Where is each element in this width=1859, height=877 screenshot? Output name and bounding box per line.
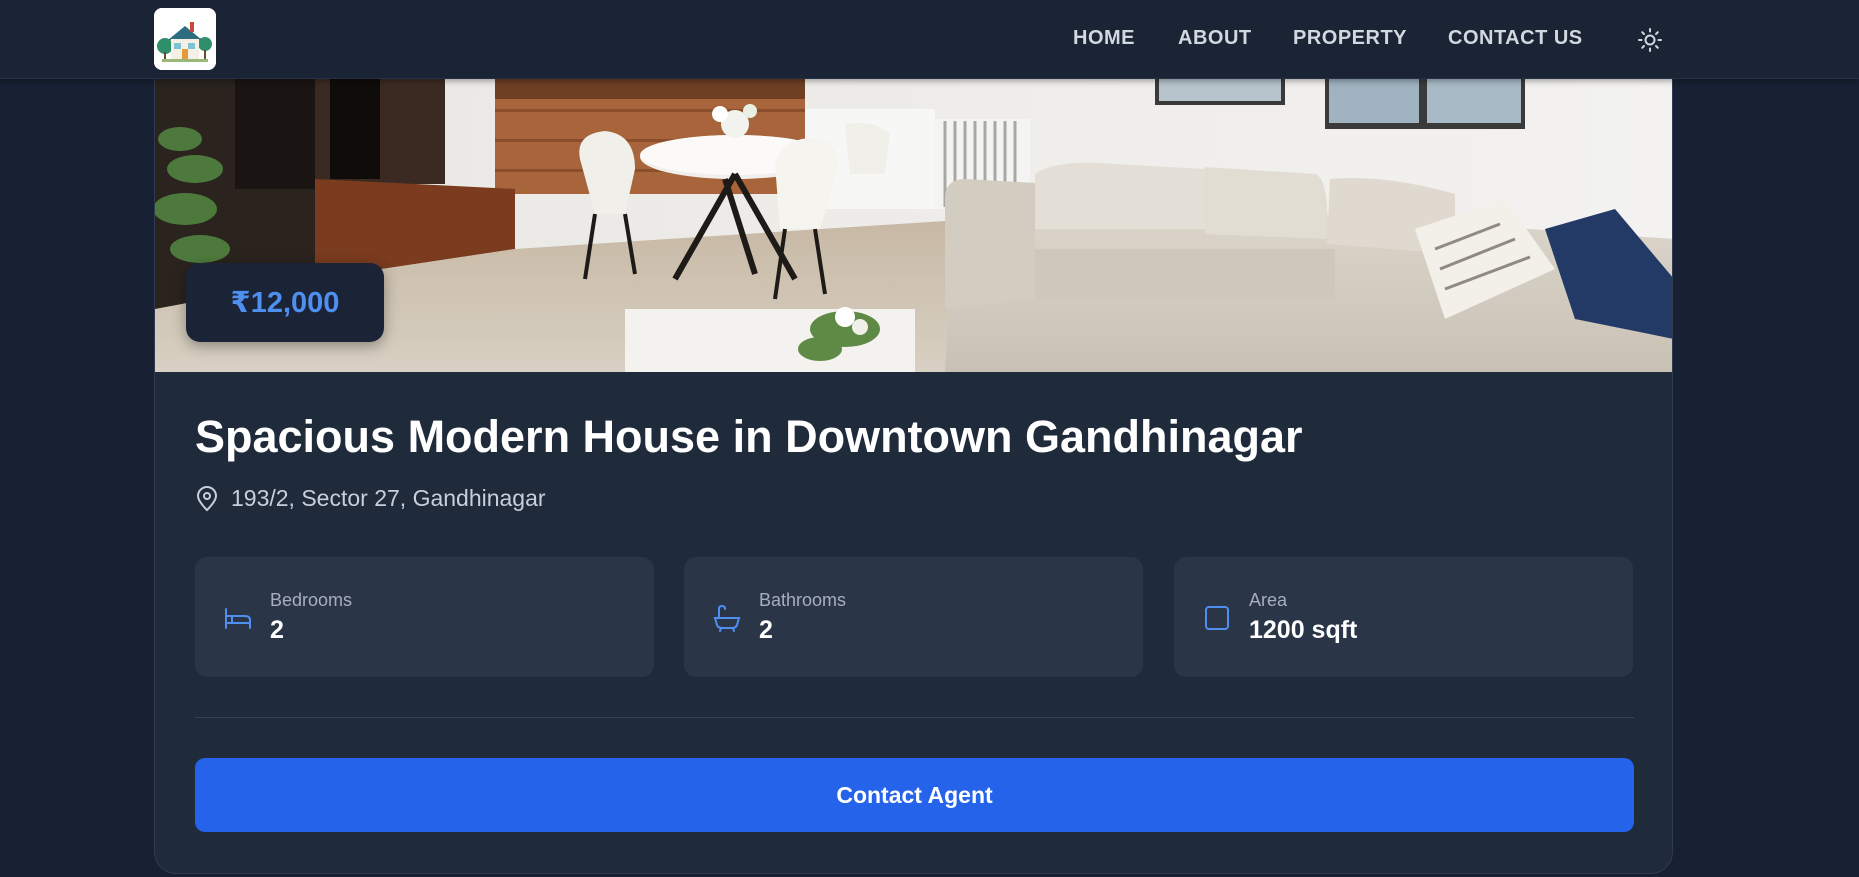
bed-icon	[225, 608, 251, 629]
property-title: Spacious Modern House in Downtown Gandhi…	[195, 411, 1303, 462]
nav-contact-us[interactable]: CONTACT US	[1448, 27, 1583, 50]
stat-label: Bedrooms	[270, 590, 353, 610]
stat-bedrooms: Bedrooms 2	[195, 557, 654, 677]
logo[interactable]	[154, 8, 216, 70]
nav-property[interactable]: PROPERTY	[1293, 27, 1407, 50]
site-header: HOME ABOUT PROPERTY CONTACT US	[0, 0, 1859, 79]
price-badge: ₹12,000	[186, 263, 384, 342]
property-address: 193/2, Sector 27, Gandhinagar	[195, 485, 546, 512]
price-value: ₹12,000	[230, 287, 340, 319]
property-photo: ₹12,000	[155, 79, 1672, 372]
stat-value: 1200 sqft	[1249, 616, 1358, 644]
theme-toggle-button[interactable]	[1637, 27, 1663, 53]
stat-value: 2	[759, 616, 773, 644]
contact-agent-button[interactable]: Contact Agent	[195, 758, 1634, 832]
house-logo-icon	[154, 8, 216, 70]
stat-label: Area	[1249, 590, 1288, 610]
address-text: 193/2, Sector 27, Gandhinagar	[231, 485, 546, 511]
divider	[195, 717, 1634, 718]
sun-icon	[1638, 28, 1662, 52]
square-icon	[1205, 606, 1229, 630]
map-pin-icon	[196, 485, 218, 511]
stat-bathrooms: Bathrooms 2	[684, 557, 1143, 677]
stat-value: 2	[270, 616, 284, 644]
bathtub-icon	[713, 604, 741, 632]
stat-area: Area 1200 sqft	[1174, 557, 1633, 677]
nav-home[interactable]: HOME	[1073, 27, 1135, 50]
property-card: ₹12,000 Spacious Modern House in Downtow…	[154, 79, 1673, 874]
nav-about[interactable]: ABOUT	[1178, 27, 1252, 50]
stat-label: Bathrooms	[759, 590, 847, 610]
